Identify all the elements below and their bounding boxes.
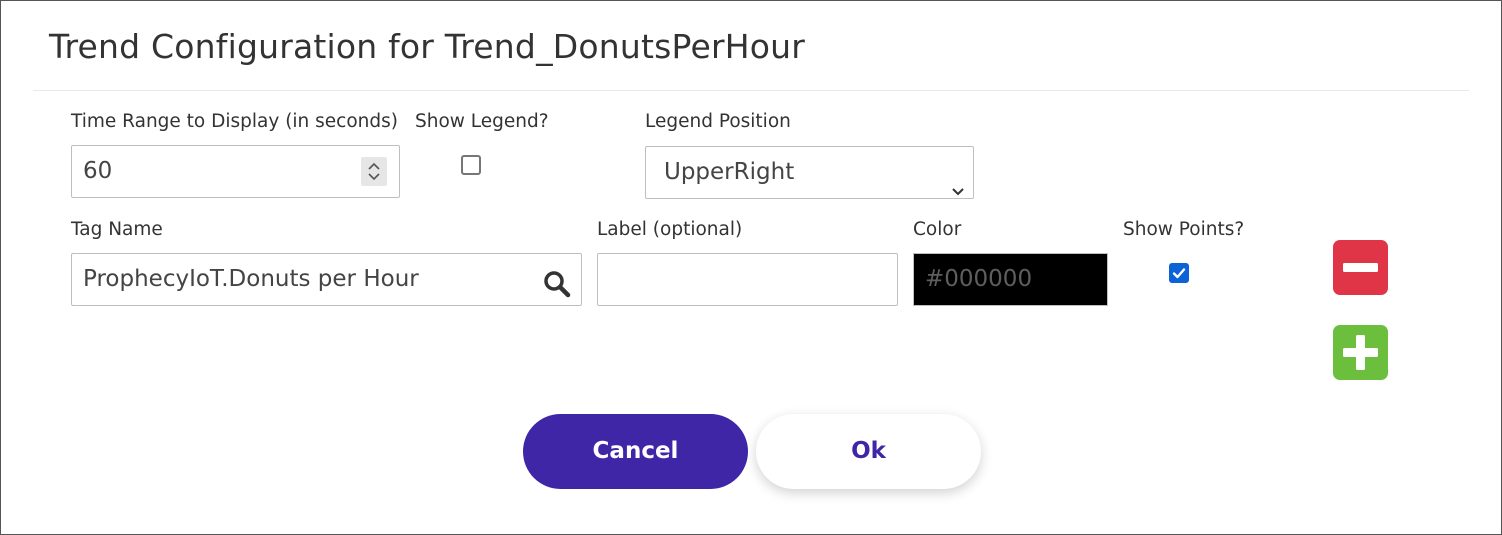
chevron-down-icon — [951, 166, 965, 217]
show-legend-checkbox[interactable] — [461, 155, 481, 175]
time-range-value: 60 — [83, 158, 113, 184]
checkmark-icon — [1172, 268, 1186, 279]
tag-name-label: Tag Name — [71, 219, 163, 240]
legend-position-select[interactable]: UpperRight — [645, 146, 974, 199]
label-optional-label: Label (optional) — [597, 219, 743, 240]
tag-name-input[interactable]: ProphecyIoT.Donuts per Hour — [71, 253, 582, 306]
time-range-label: Time Range to Display (in seconds) — [71, 111, 398, 132]
label-input[interactable] — [597, 253, 898, 306]
color-input-value: #000000 — [925, 266, 1033, 292]
show-points-checkbox[interactable] — [1169, 263, 1189, 283]
time-range-input[interactable]: 60 — [71, 145, 400, 198]
ok-button[interactable]: Ok — [756, 414, 981, 489]
dialog-title: Trend Configuration for Trend_DonutsPerH… — [49, 27, 806, 66]
search-icon[interactable] — [543, 266, 571, 317]
trend-configuration-dialog: Trend Configuration for Trend_DonutsPerH… — [0, 0, 1502, 535]
spinner-arrows-icon[interactable] — [361, 157, 387, 186]
remove-series-button[interactable] — [1333, 240, 1388, 295]
cancel-button[interactable]: Cancel — [523, 414, 748, 489]
minus-icon — [1343, 263, 1378, 272]
color-input[interactable]: #000000 — [913, 253, 1108, 306]
header-divider — [33, 90, 1469, 91]
show-points-label: Show Points? — [1123, 219, 1245, 240]
legend-position-value: UpperRight — [664, 159, 795, 185]
legend-position-label: Legend Position — [645, 111, 791, 132]
color-label: Color — [913, 219, 962, 240]
add-series-button[interactable] — [1333, 325, 1388, 380]
plus-icon — [1343, 335, 1378, 370]
tag-name-value: ProphecyIoT.Donuts per Hour — [83, 266, 419, 292]
show-legend-label: Show Legend? — [415, 111, 549, 132]
